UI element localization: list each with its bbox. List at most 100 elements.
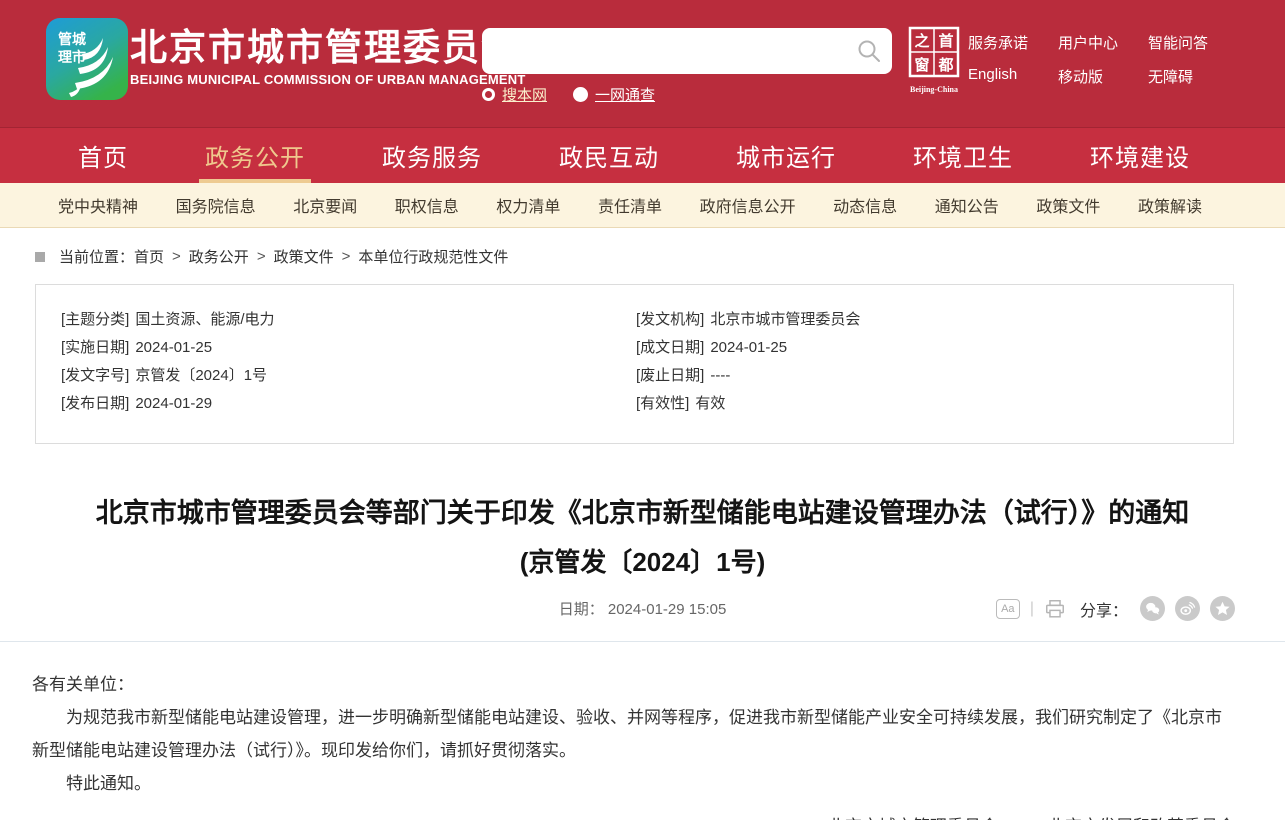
meta-abolish-date: [废止日期]---- xyxy=(636,362,1196,390)
article-body: 各有关单位： 为规范我市新型储能电站建设管理，进一步明确新型储能电站建设、验收、… xyxy=(0,642,1285,820)
site-header: 管城 理市 北京市城市管理委员会 BEIJING MUNICIPAL COMMI… xyxy=(0,0,1285,127)
seal-graphic: 之 首 窗 都 xyxy=(908,26,960,78)
date-value: 2024-01-29 15:05 xyxy=(608,601,726,618)
breadcrumb: 当前位置： 首页 > 政务公开 > 政策文件 > 本单位行政规范性文件 xyxy=(35,246,1285,267)
breadcrumb-label: 当前位置： xyxy=(59,246,134,267)
article-title-line1: 北京市城市管理委员会等部门关于印发《北京市新型储能电站建设管理办法（试行）》的通… xyxy=(0,490,1285,536)
body-paragraph-2: 特此通知。 xyxy=(32,767,1235,800)
nav-gov-service[interactable]: 政务服务 xyxy=(382,128,482,183)
crumb-separator: > xyxy=(172,248,181,265)
subnav-item-0[interactable]: 党中央精神 xyxy=(58,193,138,217)
signature-agency-1: 北京市城市管理委员会 xyxy=(828,810,998,820)
quick-links: 服务承诺 用户中心 智能问答 English 移动版 无障碍 xyxy=(968,32,1212,87)
subnav-item-10[interactable]: 政策解读 xyxy=(1138,193,1202,217)
subnav-item-5[interactable]: 责任清单 xyxy=(598,193,662,217)
meta-left-column: [主题分类]国土资源、能源/电力 [实施日期]2024-01-25 [发文字号]… xyxy=(61,306,636,443)
subnav-item-7[interactable]: 动态信息 xyxy=(833,193,897,217)
meta-right-column: [发文机构]北京市城市管理委员会 [成文日期]2024-01-25 [废止日期]… xyxy=(636,306,1196,443)
document-meta-box: [主题分类]国土资源、能源/电力 [实施日期]2024-01-25 [发文字号]… xyxy=(35,284,1234,444)
crumb-separator: > xyxy=(257,248,266,265)
seal-char-bl: 窗 xyxy=(914,56,929,74)
radio-selected-icon xyxy=(482,88,495,101)
crumb-home[interactable]: 首页 xyxy=(134,246,164,267)
printer-icon xyxy=(1044,598,1066,620)
main-nav: 首页 政务公开 政务服务 政民互动 城市运行 环境卫生 环境建设 xyxy=(0,127,1285,183)
meta-written-date: [成文日期]2024-01-25 xyxy=(636,334,1196,362)
beijing-china-seal[interactable]: 之 首 窗 都 Beijing-China xyxy=(908,26,960,94)
share-wechat-button[interactable] xyxy=(1140,596,1165,621)
logo-text-2: 理市 xyxy=(58,49,86,65)
search-button[interactable] xyxy=(856,38,882,64)
scope-label: 一网通查 xyxy=(595,84,655,105)
subnav-item-6[interactable]: 政府信息公开 xyxy=(700,193,796,217)
search-input[interactable] xyxy=(496,34,836,68)
share-weibo-button[interactable] xyxy=(1175,596,1200,621)
radio-icon xyxy=(573,87,588,102)
search-area: 搜本网 一网通查 xyxy=(482,28,892,103)
meta-topic: [主题分类]国土资源、能源/电力 xyxy=(61,306,636,334)
meta-validity: [有效性]有效 xyxy=(636,390,1196,418)
date-label: 日期： xyxy=(559,601,604,618)
article-tools: Aa | 分享： xyxy=(996,596,1235,621)
logo-graphic: 管城 理市 xyxy=(45,17,129,101)
subnav-item-3[interactable]: 职权信息 xyxy=(395,193,459,217)
subnav-item-8[interactable]: 通知公告 xyxy=(935,193,999,217)
salutation: 各有关单位： xyxy=(32,668,1235,701)
seal-char-tl: 之 xyxy=(914,32,929,50)
date-share-row: 日期： 2024-01-29 15:05 Aa | 分享： xyxy=(0,596,1285,642)
breadcrumb-square-icon xyxy=(35,252,45,262)
meta-implement-date: [实施日期]2024-01-25 xyxy=(61,334,636,362)
site-title: 北京市城市管理委员会 BEIJING MUNICIPAL COMMISSION … xyxy=(130,26,526,87)
link-user-center[interactable]: 用户中心 xyxy=(1058,32,1122,53)
subnav-item-2[interactable]: 北京要闻 xyxy=(293,193,357,217)
search-scope-row: 搜本网 一网通查 xyxy=(482,85,892,103)
nav-environment-construction[interactable]: 环境建设 xyxy=(1090,128,1190,183)
crumb-separator: > xyxy=(342,248,351,265)
link-smart-qa[interactable]: 智能问答 xyxy=(1148,32,1212,53)
signature-row: 北京市城市管理委员会 北京市发展和改革委员会 xyxy=(32,810,1235,820)
active-tab-indicator xyxy=(199,179,311,183)
search-icon xyxy=(856,38,882,64)
tools-divider: | xyxy=(1030,600,1034,618)
star-icon xyxy=(1214,600,1231,617)
nav-environment-sanitation[interactable]: 环境卫生 xyxy=(913,128,1013,183)
seal-char-tr: 首 xyxy=(938,32,953,50)
logo-text-1: 管城 xyxy=(58,31,86,47)
meta-doc-number: [发文字号]京管发〔2024〕1号 xyxy=(61,362,636,390)
link-accessibility[interactable]: 无障碍 xyxy=(1148,66,1212,87)
article-title-line2: (京管发〔2024〕1号) xyxy=(0,540,1285,584)
weibo-icon xyxy=(1179,600,1196,617)
article-title: 北京市城市管理委员会等部门关于印发《北京市新型储能电站建设管理办法（试行）》的通… xyxy=(0,490,1285,584)
print-button[interactable] xyxy=(1044,598,1066,620)
crumb-current: 本单位行政规范性文件 xyxy=(358,246,508,267)
nav-public-interaction[interactable]: 政民互动 xyxy=(559,128,659,183)
nav-gov-disclosure[interactable]: 政务公开 xyxy=(205,128,305,183)
font-size-icon[interactable]: Aa xyxy=(996,599,1020,619)
nav-city-operation[interactable]: 城市运行 xyxy=(736,128,836,183)
meta-publish-date: [发布日期]2024-01-29 xyxy=(61,390,636,418)
site-name-en: BEIJING MUNICIPAL COMMISSION OF URBAN MA… xyxy=(130,72,526,87)
scope-option-network[interactable]: 一网通查 xyxy=(573,84,655,105)
share-qzone-button[interactable] xyxy=(1210,596,1235,621)
link-service-promise[interactable]: 服务承诺 xyxy=(968,32,1032,53)
subnav-item-9[interactable]: 政策文件 xyxy=(1036,193,1100,217)
seal-char-br: 都 xyxy=(937,57,953,74)
subnav-item-1[interactable]: 国务院信息 xyxy=(176,193,256,217)
crumb-gov-disclosure[interactable]: 政务公开 xyxy=(189,246,249,267)
sub-nav: 党中央精神 国务院信息 北京要闻 职权信息 权力清单 责任清单 政府信息公开 动… xyxy=(0,183,1285,228)
nav-home[interactable]: 首页 xyxy=(78,128,128,183)
site-name: 北京市城市管理委员会 xyxy=(130,26,526,70)
wechat-icon xyxy=(1144,600,1161,617)
seal-caption: Beijing-China xyxy=(908,85,960,94)
scope-label: 搜本网 xyxy=(502,84,547,105)
subnav-item-4[interactable]: 权力清单 xyxy=(496,193,560,217)
meta-issuing-agency: [发文机构]北京市城市管理委员会 xyxy=(636,306,1196,334)
search-box xyxy=(482,28,892,74)
share-label: 分享： xyxy=(1080,597,1128,621)
site-logo[interactable]: 管城 理市 xyxy=(45,17,129,101)
crumb-policy-files[interactable]: 政策文件 xyxy=(274,246,334,267)
link-english[interactable]: English xyxy=(968,66,1032,87)
link-mobile[interactable]: 移动版 xyxy=(1058,66,1122,87)
body-paragraph-1: 为规范我市新型储能电站建设管理，进一步明确新型储能电站建设、验收、并网等程序，促… xyxy=(32,701,1235,767)
scope-option-site[interactable]: 搜本网 xyxy=(482,84,547,105)
